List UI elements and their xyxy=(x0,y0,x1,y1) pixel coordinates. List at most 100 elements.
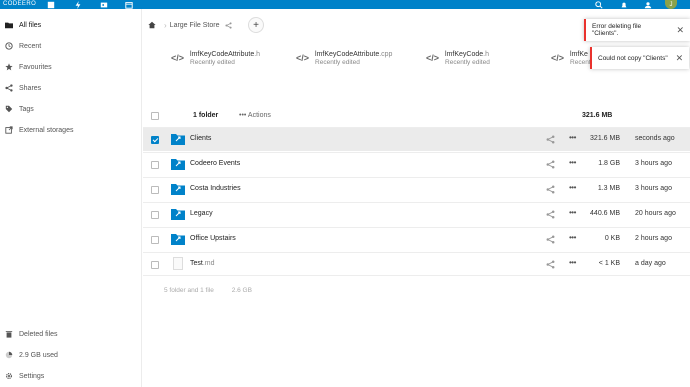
actions-menu[interactable]: ••• Actions xyxy=(239,112,271,119)
recent-file-name: lmfKeyCodeAttribute xyxy=(190,51,255,58)
row-checkbox[interactable] xyxy=(151,161,159,169)
more-icon: ••• xyxy=(239,112,247,119)
sidebar-item-recent[interactable]: Recent xyxy=(0,36,142,56)
share-icon xyxy=(5,84,13,92)
recent-file-ext: .cpp xyxy=(379,51,393,58)
contacts-icon[interactable] xyxy=(642,0,654,9)
gear-icon xyxy=(5,372,13,380)
file-size: 0 KB xyxy=(604,235,620,242)
code-file-icon: </> xyxy=(426,53,440,63)
table-summary: 5 folder and 1 file 2.6 GB xyxy=(164,287,268,294)
brand-logo[interactable]: CODEERO xyxy=(3,1,36,7)
select-all-checkbox[interactable] xyxy=(151,112,159,120)
row-checkbox[interactable] xyxy=(151,261,159,269)
recent-file-name: lmfKeyCodeAttribute xyxy=(315,51,380,58)
recent-file[interactable]: </> lmfKe Recently xyxy=(551,51,595,67)
row-checkbox[interactable] xyxy=(151,236,159,244)
sidebar-item-tags[interactable]: Tags xyxy=(0,99,142,119)
summary-size: 2.6 GB xyxy=(231,287,252,294)
toast-message: Error deleting file "Clients". xyxy=(592,23,642,37)
shared-folder-icon xyxy=(171,184,185,195)
storage-usage: 2.9 GB used xyxy=(0,345,142,365)
file-size: 1.3 MB xyxy=(597,185,620,192)
top-bar: CODEERO J xyxy=(0,0,690,9)
summary-count: 5 folder and 1 file xyxy=(164,287,214,294)
file-size: 1.8 GB xyxy=(598,160,620,167)
file-name[interactable]: Legacy xyxy=(190,210,213,217)
recent-file[interactable]: </> lmfKeyCodeAttribute.cpp Recently edi… xyxy=(296,51,392,67)
notifications-icon[interactable] xyxy=(618,0,630,9)
file-name[interactable]: Office Upstairs xyxy=(190,235,236,242)
file-name[interactable]: Test.md xyxy=(190,260,215,267)
activity-app-icon[interactable] xyxy=(72,0,84,9)
sidebar-item-shares[interactable]: Shares xyxy=(0,78,142,98)
file-name[interactable]: Codeero Events xyxy=(190,160,240,167)
recent-file[interactable]: </> lmfKeyCodeAttribute.h Recently edite… xyxy=(171,51,260,67)
folder-icon xyxy=(5,21,13,29)
pie-icon xyxy=(5,351,13,359)
recent-file-status: Recently edited xyxy=(445,59,490,66)
table-row[interactable]: Office Upstairs ••• 0 KB 2 hours ago xyxy=(143,227,690,251)
avatar[interactable]: J xyxy=(665,0,677,9)
share-icon[interactable] xyxy=(546,235,555,244)
table-row[interactable]: Codeero Events ••• 1.8 GB 3 hours ago xyxy=(143,152,690,176)
table-row[interactable]: Legacy ••• 440.6 MB 20 hours ago xyxy=(143,202,690,226)
share-icon[interactable] xyxy=(546,135,555,144)
recent-file-ext: .h xyxy=(483,51,489,58)
folder-count: 1 folder xyxy=(193,112,219,119)
shared-folder-icon xyxy=(171,209,185,220)
file-modified: 3 hours ago xyxy=(635,185,672,192)
recent-file-ext: .h xyxy=(254,51,261,58)
file-modified: a day ago xyxy=(635,260,666,267)
close-icon[interactable]: ✕ xyxy=(676,53,684,64)
row-checkbox[interactable] xyxy=(151,186,159,194)
file-modified: 3 hours ago xyxy=(635,160,672,167)
file-name[interactable]: Costa Industries xyxy=(190,185,241,192)
share-icon[interactable] xyxy=(546,260,555,269)
total-size-header: 321.6 MB xyxy=(582,112,613,119)
home-icon[interactable] xyxy=(143,16,161,34)
share-icon[interactable] xyxy=(546,210,555,219)
recent-file-status: Recently edited xyxy=(190,59,235,66)
table-row[interactable]: Clients ••• 321.6 MB seconds ago xyxy=(143,127,690,151)
breadcrumb-current[interactable]: Large File Store xyxy=(170,22,220,29)
share-icon[interactable] xyxy=(546,160,555,169)
star-icon xyxy=(5,63,13,71)
sidebar-item-settings[interactable]: Settings xyxy=(0,366,142,386)
table-row[interactable]: Costa Industries ••• 1.3 MB 3 hours ago xyxy=(143,177,690,201)
sidebar-item-label: Recent xyxy=(19,42,42,50)
breadcrumb: › Large File Store xyxy=(143,15,234,35)
sidebar-item-all-files[interactable]: All files xyxy=(0,15,142,35)
recent-file-name: lmfKe xyxy=(570,51,588,58)
sidebar-item-label: Deleted files xyxy=(19,330,58,338)
error-toast: Could not copy "Clients" ✕ xyxy=(590,47,690,69)
clock-icon xyxy=(5,42,13,50)
share-icon[interactable] xyxy=(222,19,234,31)
gallery-app-icon[interactable] xyxy=(98,0,110,9)
files-app-icon[interactable] xyxy=(45,0,57,9)
code-file-icon: </> xyxy=(296,53,310,63)
sidebar: All files Recent Favourites Shares Tags … xyxy=(0,9,142,387)
recent-file[interactable]: </> lmfKeyCode.h Recently edited xyxy=(426,51,490,67)
recent-file-name: lmfKeyCode xyxy=(445,51,484,58)
row-checkbox[interactable] xyxy=(151,211,159,219)
external-icon xyxy=(5,126,13,134)
table-row[interactable]: Test.md ••• < 1 KB a day ago xyxy=(143,252,690,276)
code-file-icon: </> xyxy=(551,53,565,63)
actions-label: Actions xyxy=(247,112,271,119)
file-name[interactable]: Clients xyxy=(190,135,211,142)
new-file-button[interactable]: + xyxy=(248,17,264,33)
sidebar-item-external-storages[interactable]: External storages xyxy=(0,120,142,140)
error-toast: Error deleting file "Clients". ✕ xyxy=(584,19,690,41)
close-icon[interactable]: ✕ xyxy=(676,25,684,36)
toast-message: Could not copy "Clients" xyxy=(598,54,668,62)
sidebar-item-favourites[interactable]: Favourites xyxy=(0,57,142,77)
search-icon[interactable] xyxy=(593,0,605,9)
calendar-app-icon[interactable] xyxy=(123,0,135,9)
file-size: < 1 KB xyxy=(598,260,620,267)
share-icon[interactable] xyxy=(546,185,555,194)
file-modified: 20 hours ago xyxy=(635,210,676,217)
row-checkbox[interactable] xyxy=(151,136,159,144)
shared-folder-icon xyxy=(171,134,185,145)
sidebar-item-deleted-files[interactable]: Deleted files xyxy=(0,324,142,344)
